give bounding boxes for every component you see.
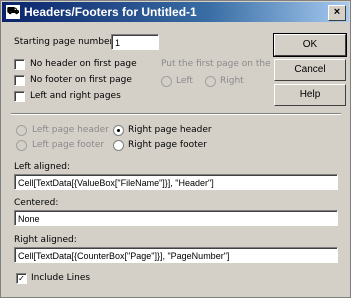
first-page-label: Put the first page on the [161,59,271,69]
separator [11,113,341,115]
starting-page-input[interactable]: 1 [111,34,159,50]
ok-button[interactable]: OK [273,33,347,57]
right-page-footer-radio[interactable] [113,140,124,151]
include-lines-label: Include Lines [31,273,91,283]
starting-page-label: Starting page number: [14,37,117,47]
right-page-header-label: Right page header [128,125,212,135]
no-footer-first-label: No footer on first page [30,75,132,85]
left-page-footer-label: Left page footer [32,140,105,150]
first-page-right-label: Right [220,76,244,86]
no-header-first-checkbox[interactable] [14,59,25,70]
close-button[interactable]: × [328,5,346,21]
left-page-footer-radio[interactable] [16,140,27,151]
title-bar[interactable]: ⛟ Headers/Footers for Untitled-1 × [2,2,349,22]
app-icon: ⛟ [6,5,20,19]
right-aligned-input[interactable]: Cell[TextData[{CounterBox["Page"]}], "Pa… [14,247,338,263]
first-page-right-radio[interactable] [205,76,216,87]
include-lines-checkbox[interactable]: ✓ [16,273,27,284]
headers-footers-dialog: ⛟ Headers/Footers for Untitled-1 × Start… [0,0,351,298]
left-page-header-radio[interactable] [16,125,27,136]
right-page-header-radio[interactable] [113,125,124,136]
help-button[interactable]: Help [274,84,346,106]
left-right-pages-label: Left and right pages [30,91,121,101]
left-page-header-label: Left page header [32,125,109,135]
first-page-left-radio[interactable] [161,76,172,87]
left-aligned-input[interactable]: Cell[TextData[{ValueBox["FileName"]}], "… [14,174,338,190]
checkmark-icon: ✓ [18,274,25,283]
window-title: Headers/Footers for Untitled-1 [24,5,197,19]
right-aligned-label: Right aligned: [14,235,77,245]
no-header-first-label: No header on first page [30,59,137,69]
no-footer-first-checkbox[interactable] [14,75,25,86]
left-aligned-label: Left aligned: [14,162,71,172]
centered-input[interactable]: None [14,210,338,226]
cancel-button[interactable]: Cancel [274,59,346,81]
first-page-left-label: Left [176,76,193,86]
right-page-footer-label: Right page footer [128,140,207,150]
left-right-pages-checkbox[interactable] [14,91,25,102]
centered-label: Centered: [14,198,59,208]
